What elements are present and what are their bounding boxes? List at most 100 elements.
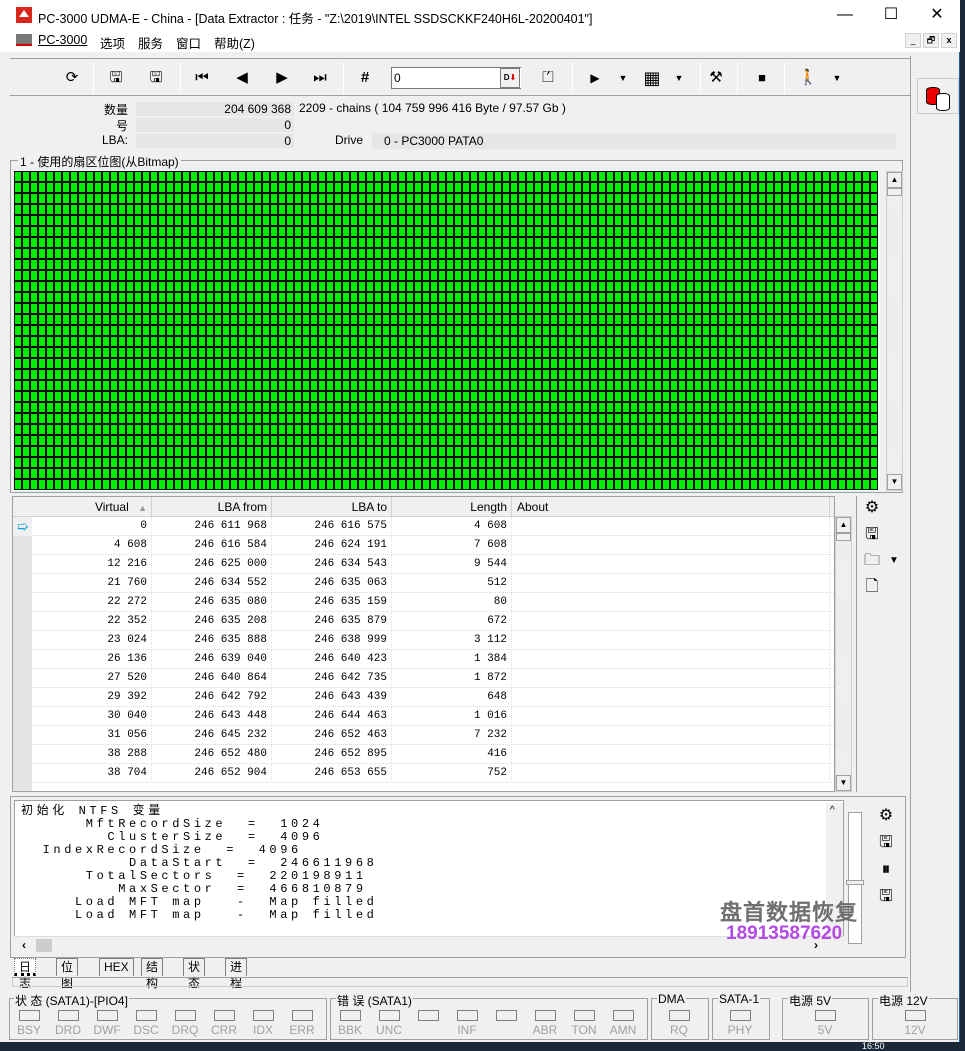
grid-icon[interactable]: ▦ bbox=[640, 67, 664, 89]
table-row[interactable]: 31 056 246 645 232 246 652 463 7 232 bbox=[13, 726, 834, 745]
exit-dropdown-icon[interactable]: ▼ bbox=[825, 67, 849, 89]
menu-help[interactable]: 帮助(Z) bbox=[214, 33, 255, 52]
bitmap-cell bbox=[230, 325, 238, 336]
first-icon[interactable]: ⏮ bbox=[190, 67, 214, 89]
bitmap-cell bbox=[230, 347, 238, 358]
column-virtual[interactable]: Virtual ▲ bbox=[32, 497, 152, 517]
bitmap-cell bbox=[862, 193, 870, 204]
table-row[interactable]: 38 288 246 652 480 246 652 895 416 bbox=[13, 745, 834, 764]
save-icon[interactable]: 🖫 bbox=[104, 67, 128, 89]
exit-icon[interactable]: 🚶 bbox=[796, 67, 820, 89]
bitmap-cell bbox=[150, 292, 158, 303]
column-lba-from[interactable]: LBA from bbox=[152, 497, 272, 517]
minimize-button[interactable]: — bbox=[822, 0, 868, 30]
save-as-icon[interactable]: 🖫 bbox=[862, 525, 882, 545]
next-icon[interactable]: ▶ bbox=[270, 67, 294, 89]
save-as-icon[interactable]: 🖫 bbox=[876, 887, 896, 907]
scroll-up-icon[interactable]: ▲ bbox=[887, 172, 902, 188]
hscroll-thumb[interactable] bbox=[36, 939, 52, 952]
table-row[interactable]: 29 392 246 642 792 246 643 439 648 bbox=[13, 688, 834, 707]
table-row[interactable]: 26 136 246 639 040 246 640 423 1 384 bbox=[13, 650, 834, 669]
scroll-up-icon[interactable]: ▲ bbox=[836, 517, 851, 533]
table-row[interactable]: 22 272 246 635 080 246 635 159 80 bbox=[13, 593, 834, 612]
menu-window[interactable]: 窗口 bbox=[176, 33, 201, 52]
column-lba-to[interactable]: LBA to bbox=[272, 497, 392, 517]
bitmap-cell bbox=[582, 380, 590, 391]
menu-options[interactable]: 选项 bbox=[100, 33, 125, 52]
play-icon[interactable]: ▶ bbox=[583, 67, 607, 89]
bitmap-cell bbox=[686, 402, 694, 413]
bitmap-scrollbar[interactable]: ▲ ▼ bbox=[886, 171, 903, 491]
bitmap-cell bbox=[550, 204, 558, 215]
bitmap-cell bbox=[286, 369, 294, 380]
bitmap-cell bbox=[838, 468, 846, 479]
cell-lba-to: 246 640 423 bbox=[272, 650, 392, 669]
pause-icon[interactable]: ⏸ bbox=[876, 860, 896, 880]
prev-icon[interactable]: ◀ bbox=[230, 67, 254, 89]
slider-handle[interactable] bbox=[846, 880, 864, 885]
tab-process[interactable]: 进程 bbox=[225, 958, 248, 990]
save-icon[interactable]: 🖫 bbox=[876, 833, 896, 853]
table-row[interactable]: 21 760 246 634 552 246 635 063 512 bbox=[13, 574, 834, 593]
copy-disk-button[interactable] bbox=[917, 78, 959, 114]
scroll-down-icon[interactable]: ▼ bbox=[836, 775, 851, 791]
bitmap-cell bbox=[670, 413, 678, 424]
table-row[interactable]: 22 352 246 635 208 246 635 879 672 bbox=[13, 612, 834, 631]
tab-hex[interactable]: HEX bbox=[99, 958, 134, 976]
bitmap-cell bbox=[70, 193, 78, 204]
save-as-icon[interactable]: 🖫 bbox=[144, 67, 168, 89]
table-row[interactable]: 12 216 246 625 000 246 634 543 9 544 bbox=[13, 555, 834, 574]
settings-doc-icon[interactable]: ⚙ bbox=[862, 498, 882, 518]
bitmap-cell bbox=[766, 369, 774, 380]
tools-icon[interactable]: ⚒ bbox=[704, 67, 728, 89]
scroll-left-icon[interactable]: ‹ bbox=[22, 938, 26, 952]
mdi-restore-button[interactable]: 🗗 bbox=[923, 33, 939, 48]
table-row[interactable]: ➯ 0 246 611 968 246 616 575 4 608 bbox=[13, 517, 834, 536]
table-row[interactable]: 30 040 246 643 448 246 644 463 1 016 bbox=[13, 707, 834, 726]
tab-bitmap[interactable]: 位图 bbox=[56, 958, 79, 990]
log-hscrollbar[interactable]: ‹ › bbox=[14, 936, 844, 953]
open-folder-icon[interactable]: 🗀 bbox=[862, 551, 882, 571]
scroll-up-icon[interactable]: ^ bbox=[830, 805, 835, 816]
bitmap-cell bbox=[70, 259, 78, 270]
sector-bitmap[interactable] bbox=[14, 171, 880, 491]
settings-doc-icon[interactable]: ⚙ bbox=[876, 806, 896, 826]
column-about[interactable]: About bbox=[512, 497, 830, 517]
table-scrollbar[interactable]: ▲ ▼ bbox=[835, 516, 852, 792]
bitmap-cell bbox=[102, 237, 110, 248]
table-row[interactable]: 23 024 246 635 888 246 638 999 3 112 bbox=[13, 631, 834, 650]
maximize-button[interactable]: ☐ bbox=[868, 0, 914, 30]
grid-dropdown-icon[interactable]: ▼ bbox=[667, 67, 691, 89]
table-row[interactable]: 38 704 246 652 904 246 653 655 752 bbox=[13, 764, 834, 783]
bitmap-cell bbox=[118, 281, 126, 292]
goto-number-icon[interactable]: # bbox=[353, 67, 377, 89]
last-icon[interactable]: ⏭ bbox=[308, 67, 332, 89]
menu-pc3000[interactable]: PC-3000 bbox=[38, 33, 87, 47]
table-row[interactable]: 4 608 246 616 584 246 624 191 7 608 bbox=[13, 536, 834, 555]
bitmap-cell bbox=[734, 314, 742, 325]
play-dropdown-icon[interactable]: ▼ bbox=[611, 67, 635, 89]
new-doc-icon[interactable]: 🗋 bbox=[862, 577, 882, 597]
tab-status[interactable]: 状态 bbox=[183, 958, 206, 990]
tab-log[interactable]: 日志 bbox=[14, 958, 37, 990]
filter-icon[interactable]: ⏍ bbox=[536, 67, 560, 89]
bitmap-cell bbox=[854, 204, 862, 215]
open-dropdown-icon[interactable]: ▼ bbox=[884, 551, 904, 571]
scroll-thumb[interactable] bbox=[836, 533, 851, 541]
scroll-down-icon[interactable]: ▼ bbox=[887, 474, 902, 490]
close-button[interactable]: ✕ bbox=[914, 0, 960, 30]
goto-button[interactable]: D⬇ bbox=[500, 68, 520, 88]
bitmap-cell bbox=[582, 479, 590, 490]
menu-service[interactable]: 服务 bbox=[138, 33, 163, 52]
tab-structure[interactable]: 结构 bbox=[141, 958, 164, 990]
scroll-thumb[interactable] bbox=[887, 188, 902, 196]
column-length[interactable]: Length bbox=[392, 497, 512, 517]
bitmap-cell bbox=[94, 237, 102, 248]
mdi-minimize-button[interactable]: _ bbox=[905, 33, 921, 48]
stop-icon[interactable]: ■ bbox=[750, 67, 774, 89]
refresh-disk-icon[interactable]: ⟳ bbox=[60, 67, 84, 89]
table-row[interactable]: 27 520 246 640 864 246 642 735 1 872 bbox=[13, 669, 834, 688]
mdi-close-button[interactable]: x bbox=[941, 33, 957, 48]
bitmap-cell bbox=[214, 424, 222, 435]
bitmap-cell bbox=[254, 226, 262, 237]
